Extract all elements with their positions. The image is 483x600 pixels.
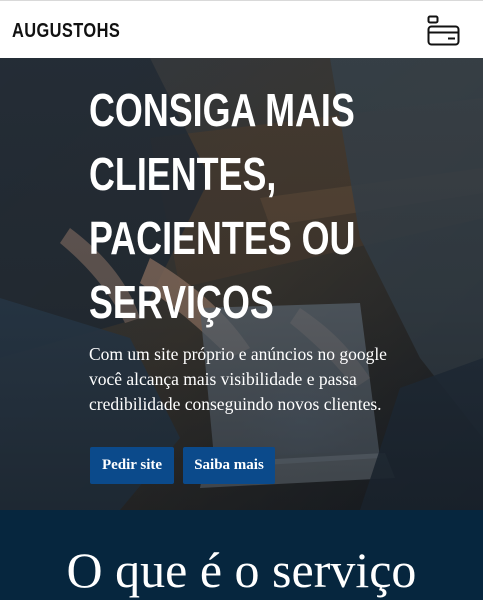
hero-section: CONSIGA MAIS CLIENTES, PACIENTES OU SERV… <box>0 58 483 510</box>
request-site-button[interactable]: Pedir site <box>90 447 174 484</box>
service-section: O que é o serviço <box>0 510 483 600</box>
hero-description: Com um site próprio e anúncios no google… <box>89 344 387 414</box>
hero-title: CONSIGA MAIS CLIENTES, PACIENTES OU SERV… <box>89 78 356 334</box>
navbar: AUGUSTOHS <box>0 1 483 58</box>
hero-title-line: CONSIGA MAIS <box>89 84 355 136</box>
hero-title-line: SERVIÇOS <box>89 276 274 328</box>
menu-icon[interactable] <box>426 15 462 47</box>
hero-title-line: CLIENTES, <box>89 148 277 200</box>
section-title: O que é o serviço <box>66 542 417 598</box>
brand-logo[interactable]: AUGUSTOHS <box>12 20 120 43</box>
hero-title-line: PACIENTES OU <box>89 212 356 264</box>
learn-more-button[interactable]: Saiba mais <box>183 447 275 484</box>
